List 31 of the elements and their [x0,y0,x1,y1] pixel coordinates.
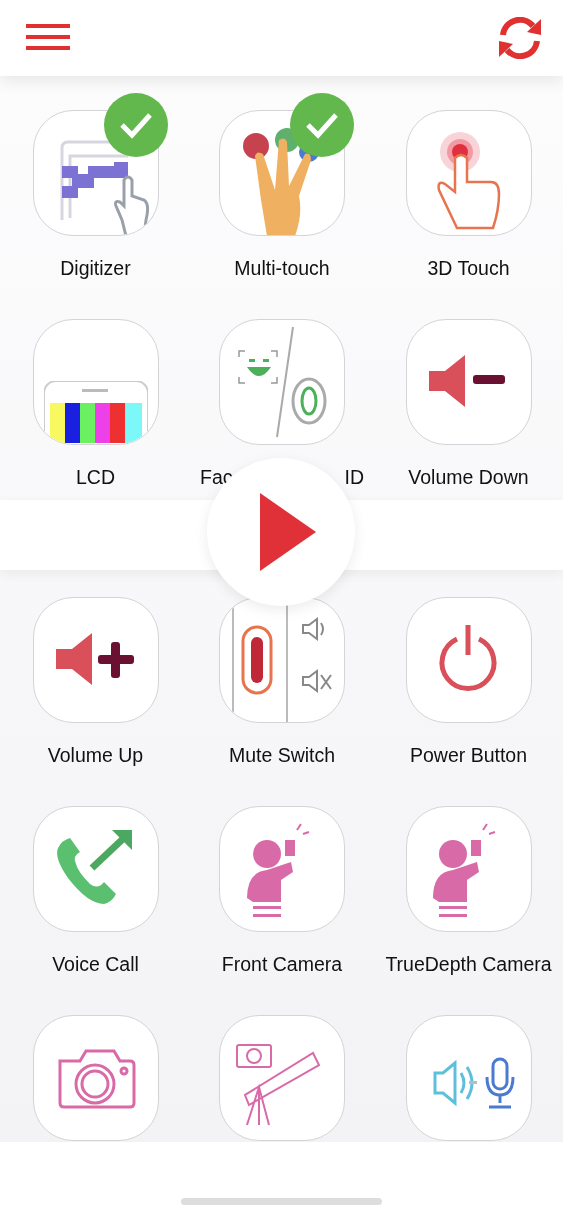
menu-icon [26,24,72,52]
color-bars-icon [44,380,148,444]
test-tile[interactable] [32,319,159,445]
test-label: Front Camera [221,952,343,976]
test-tile[interactable] [219,319,345,445]
test-tile[interactable] [405,806,532,932]
test-tile[interactable] [32,806,159,932]
test-tile[interactable] [32,597,159,723]
test-label: TrueDepth Camera [385,952,552,976]
test-label: 3D Touch [427,256,510,280]
refresh-icon [497,17,543,59]
menu-button[interactable] [26,24,72,52]
test-label: Volume Down [408,465,529,489]
test-label: Multi-touch [234,256,330,280]
test-tile[interactable] [405,1015,532,1141]
test-tile[interactable] [219,806,345,932]
play-icon [258,491,318,573]
test-tile[interactable] [405,110,532,236]
test-tile[interactable] [405,319,532,445]
test-label: Voice Call [52,952,139,976]
test-tile[interactable] [219,1015,345,1141]
test-label: Volume Up [47,743,144,767]
test-label: Mute Switch [228,743,336,767]
test-tile[interactable] [32,1015,159,1141]
test-label: Power Button [409,743,528,767]
test-label: ID [344,465,364,489]
test-tile[interactable] [219,597,345,723]
test-label: LCD [76,465,115,489]
test-tile[interactable] [405,597,532,723]
refresh-button[interactable] [497,17,543,59]
test-label: Digitizer [60,256,131,280]
